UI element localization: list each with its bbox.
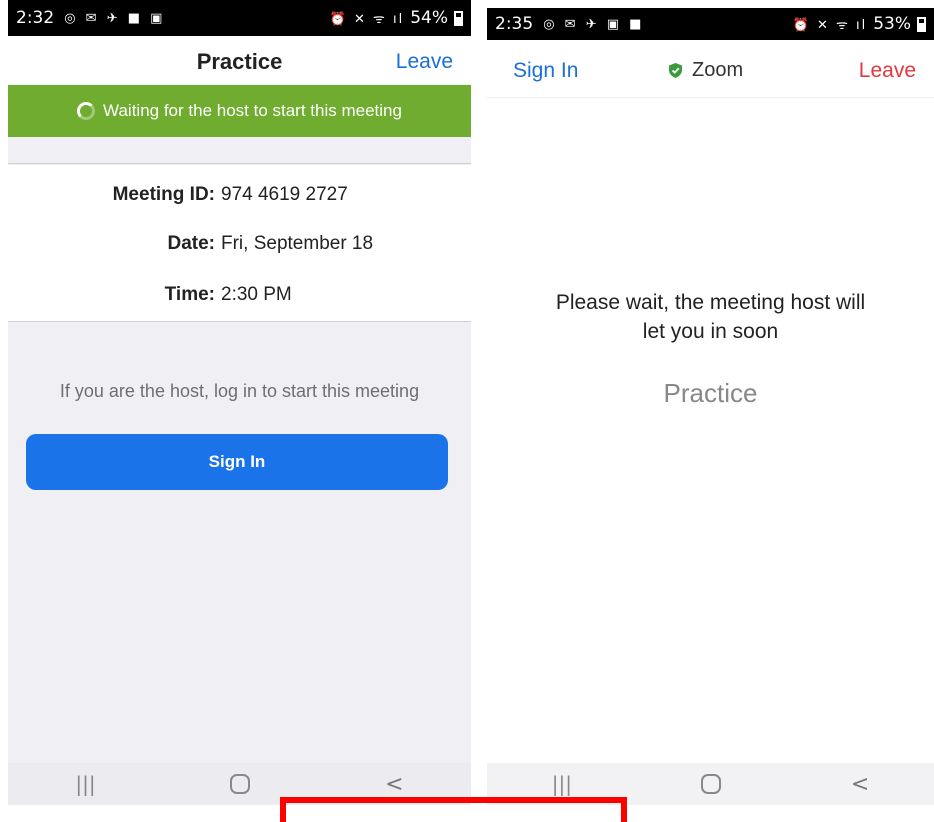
system-icons: ⏰ ✕ ᯤ ıl bbox=[792, 18, 868, 33]
time-label: Time: bbox=[164, 284, 215, 305]
leave-button[interactable]: Leave bbox=[859, 59, 916, 83]
sign-in-button[interactable]: Sign In bbox=[26, 434, 448, 490]
notification-icons: ◎ ✉ ✈ ■ ▣ bbox=[64, 10, 166, 26]
back-icon[interactable]: < bbox=[385, 772, 403, 797]
waiting-message-line-1: Please wait, the meeting host will bbox=[555, 291, 866, 314]
waiting-banner-text: Waiting for the host to start this meeti… bbox=[103, 101, 402, 120]
waiting-room-header: Sign In Zoom Leave bbox=[487, 40, 934, 98]
screenshot-composite: 2:32 ◎ ✉ ✈ ■ ▣ ⏰ ✕ ᯤ ıl 54% Practice Lea… bbox=[0, 0, 934, 822]
waiting-room-screen: 2:35 ◎ ✉ ✈ ▣ ■ ⏰ ✕ ᯤ ıl 53% Sign In Zoom… bbox=[487, 8, 934, 805]
date-label: Date: bbox=[167, 233, 215, 254]
meeting-name: Practice bbox=[663, 378, 758, 408]
meeting-details: Meeting ID: 974 4619 2727 Date: Fri, Sep… bbox=[8, 165, 471, 322]
waiting-message-line-2: let you in soon bbox=[642, 320, 779, 343]
system-icons: ⏰ ✕ ᯤ ıl bbox=[329, 12, 405, 27]
meeting-header: Practice Leave bbox=[8, 36, 471, 84]
status-time: 2:35 bbox=[495, 14, 534, 34]
waiting-for-host-screen: 2:32 ◎ ✉ ✈ ■ ▣ ⏰ ✕ ᯤ ıl 54% Practice Lea… bbox=[8, 0, 471, 805]
status-bar: 2:32 ◎ ✉ ✈ ■ ▣ ⏰ ✕ ᯤ ıl 54% bbox=[8, 0, 471, 36]
battery-icon bbox=[917, 16, 926, 32]
system-status: ⏰ ✕ ᯤ ıl 53% bbox=[793, 14, 926, 34]
date-value: Fri, September 18 bbox=[221, 233, 374, 254]
highlight-box bbox=[280, 797, 627, 822]
home-icon[interactable] bbox=[230, 774, 251, 794]
time-value: 2:30 PM bbox=[221, 284, 292, 305]
system-status: ⏰ ✕ ᯤ ıl 54% bbox=[330, 8, 463, 28]
leave-button[interactable]: Leave bbox=[396, 50, 453, 74]
loading-spinner-icon bbox=[77, 102, 96, 120]
zoom-label: Zoom bbox=[692, 59, 744, 81]
host-prompt: If you are the host, log in to start thi… bbox=[59, 381, 420, 401]
recents-icon[interactable]: ||| bbox=[75, 772, 95, 796]
battery-percent: 54% bbox=[410, 8, 448, 28]
meeting-id-label: Meeting ID: bbox=[112, 184, 215, 205]
zoom-brand: Zoom bbox=[669, 59, 743, 82]
sign-in-link[interactable]: Sign In bbox=[513, 59, 578, 83]
meeting-id-value: 974 4619 2727 bbox=[221, 184, 348, 205]
back-icon[interactable]: < bbox=[851, 772, 869, 797]
home-icon[interactable] bbox=[701, 774, 722, 794]
battery-percent: 53% bbox=[873, 14, 911, 34]
waiting-message: Please wait, the meeting host will let y… bbox=[487, 288, 934, 346]
section-divider bbox=[8, 137, 471, 164]
recents-icon[interactable]: ||| bbox=[552, 772, 572, 796]
shield-check-icon bbox=[669, 63, 682, 78]
status-time: 2:32 bbox=[16, 8, 55, 28]
notification-icons: ◎ ✉ ✈ ▣ ■ bbox=[543, 16, 645, 32]
status-bar: 2:35 ◎ ✉ ✈ ▣ ■ ⏰ ✕ ᯤ ıl 53% bbox=[487, 8, 934, 40]
waiting-banner: Waiting for the host to start this meeti… bbox=[8, 85, 471, 137]
battery-icon bbox=[454, 10, 463, 26]
